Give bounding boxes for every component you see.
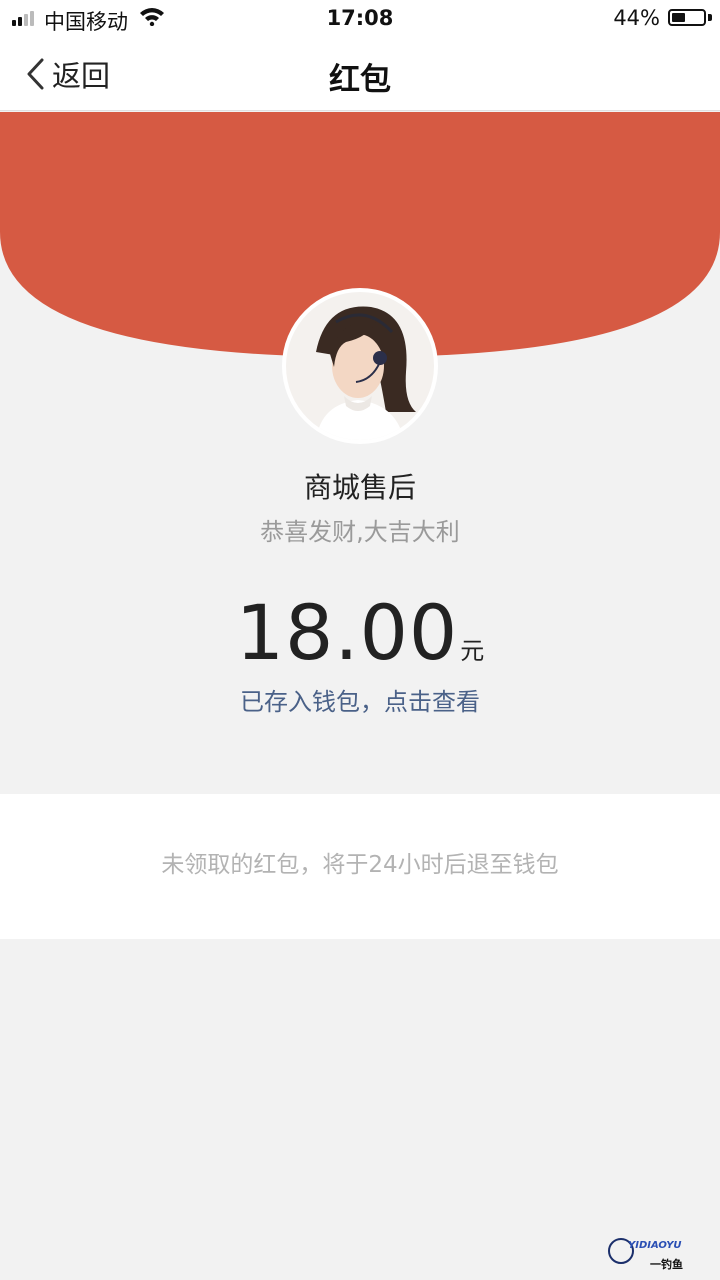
page-title: 红包	[329, 62, 391, 98]
watermark-logo: YIDIAOYU 一钓鱼	[606, 1234, 706, 1274]
refund-notice: 未领取的红包，将于24小时后退至钱包	[161, 852, 559, 878]
battery-icon	[668, 9, 706, 26]
amount-value: 18.00	[235, 588, 459, 677]
sender-name: 商城售后	[303, 471, 416, 504]
nav-bar: 返回 红包	[0, 36, 720, 111]
notice-card: 未领取的红包，将于24小时后退至钱包	[0, 794, 720, 939]
status-bar: 中国移动 17:08 44%	[0, 0, 720, 36]
view-wallet-link[interactable]: 已存入钱包，点击查看	[0, 682, 720, 717]
sender-avatar	[286, 292, 434, 440]
amount-display: 18.00元	[0, 588, 720, 677]
battery-tip	[708, 14, 712, 21]
clock: 17:08	[326, 6, 394, 30]
watermark-text: YIDIAOYU	[628, 1240, 682, 1251]
greeting-text: 恭喜发财,大吉大利	[260, 518, 460, 546]
battery-level	[672, 13, 685, 22]
currency-unit: 元	[460, 637, 485, 665]
battery-percent: 44%	[613, 6, 660, 30]
watermark-subtext: 一钓鱼	[650, 1258, 683, 1271]
